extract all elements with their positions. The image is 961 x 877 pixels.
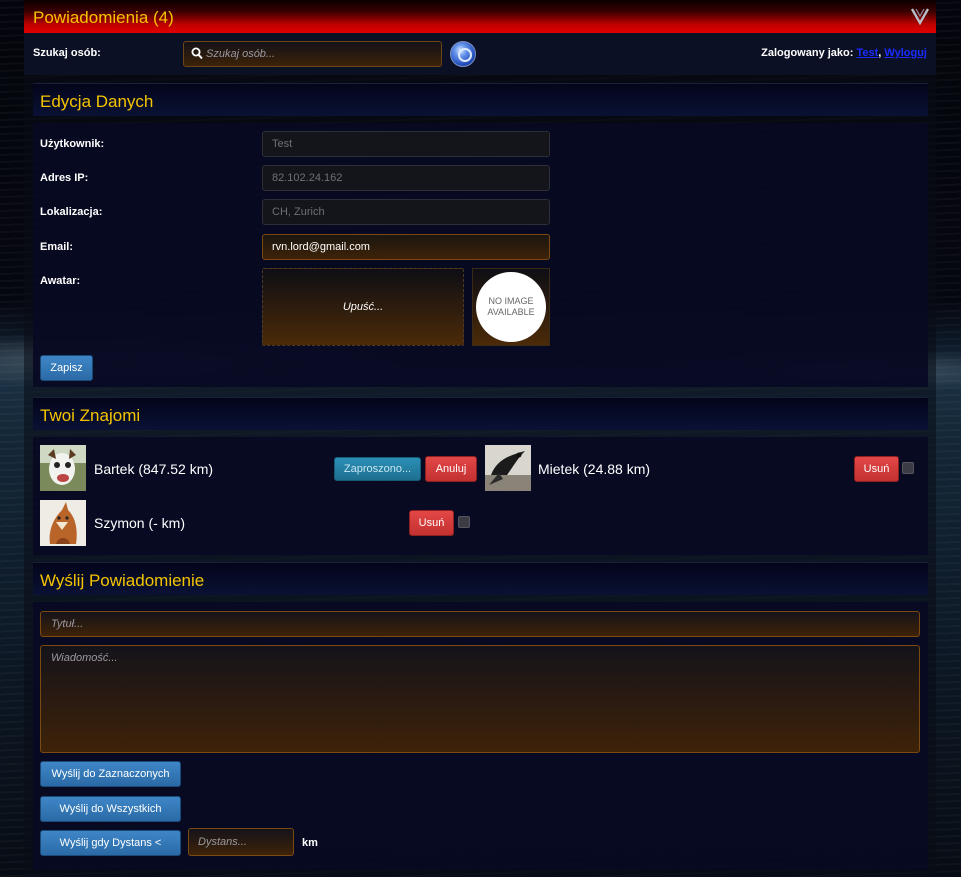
search-label: Szukaj osób:	[33, 47, 101, 59]
friend-avatar	[40, 500, 86, 546]
location-field: CH, Zurich	[262, 199, 550, 225]
distance-unit-label: km	[302, 837, 318, 849]
remove-friend-button[interactable]: Usuń	[854, 456, 899, 482]
user-field: Test	[262, 131, 550, 157]
friend-checkbox[interactable]	[458, 516, 470, 528]
avatar-dropzone[interactable]: Upuść...	[262, 268, 464, 346]
save-button[interactable]: Zapisz	[40, 355, 93, 381]
logout-link[interactable]: Wyloguj	[884, 47, 927, 59]
profile-section-title: Edycja Danych	[40, 92, 154, 111]
send-all-button[interactable]: Wyślij do Wszystkich	[40, 796, 181, 822]
remove-friend-button[interactable]: Usuń	[409, 510, 454, 536]
chevron-down-icon[interactable]	[910, 6, 930, 26]
email-field[interactable]: rvn.lord@gmail.com	[262, 234, 550, 260]
friend-name: Bartek (847.52 km)	[94, 461, 214, 477]
logged-as-label: Zalogowany jako:	[761, 47, 854, 59]
distance-input[interactable]	[188, 828, 294, 856]
invited-button[interactable]: Zaproszono...	[334, 457, 421, 481]
friend-name: Szymon (- km)	[94, 515, 185, 531]
friend-name: Mietek (24.88 km)	[538, 461, 651, 477]
avatar-preview: NO IMAGE AVAILABLE	[472, 268, 550, 346]
friends-section-title: Twoi Znajomi	[40, 406, 141, 425]
friend-avatar	[40, 445, 86, 491]
avatar-label: Awatar:	[40, 275, 81, 287]
friends-section-header: Twoi Znajomi	[33, 397, 928, 430]
friends-section: Bartek (847.52 km) Zaproszono... Anuluj …	[33, 437, 928, 555]
no-image-placeholder: NO IMAGE AVAILABLE	[476, 272, 546, 342]
search-button[interactable]	[450, 41, 476, 67]
profile-section-header: Edycja Danych	[33, 83, 928, 116]
notifications-title: Powiadomienia (4)	[33, 8, 174, 27]
link-separator: ,	[878, 47, 882, 59]
notifications-bar[interactable]: Powiadomienia (4)	[24, 0, 936, 33]
ip-label: Adres IP:	[40, 172, 89, 184]
search-input[interactable]	[206, 45, 436, 63]
cancel-invite-button[interactable]: Anuluj	[425, 456, 477, 482]
search-icon	[191, 47, 203, 63]
message-section-title: Wyślij Powiadomienie	[40, 571, 205, 590]
email-label: Email:	[40, 241, 74, 253]
user-label: Użytkownik:	[40, 138, 105, 150]
location-label: Lokalizacja:	[40, 206, 103, 218]
no-image-line1: NO IMAGE	[488, 296, 534, 306]
login-info: Zalogowany jako: Test, Wyloguj	[761, 47, 927, 59]
profile-section: Użytkownik: Test Adres IP: 82.102.24.162…	[33, 123, 928, 387]
message-body-input[interactable]	[40, 645, 920, 753]
message-section: Wyślij do Zaznaczonych Wyślij do Wszystk…	[33, 602, 928, 870]
friend-checkbox[interactable]	[902, 462, 914, 474]
no-image-line2: AVAILABLE	[487, 307, 535, 317]
message-section-header: Wyślij Powiadomienie	[33, 562, 928, 595]
send-selected-button[interactable]: Wyślij do Zaznaczonych	[40, 761, 181, 787]
ip-field: 82.102.24.162	[262, 165, 550, 191]
message-title-input[interactable]	[40, 611, 920, 637]
username-link[interactable]: Test	[856, 47, 878, 59]
dropzone-text: Upuść...	[342, 301, 384, 313]
friend-avatar	[485, 445, 531, 491]
search-box[interactable]	[183, 41, 442, 67]
search-bar: Szukaj osób: Zalogowany jako: Test, Wylo…	[24, 33, 936, 75]
send-distance-button[interactable]: Wyślij gdy Dystans <	[40, 830, 181, 856]
